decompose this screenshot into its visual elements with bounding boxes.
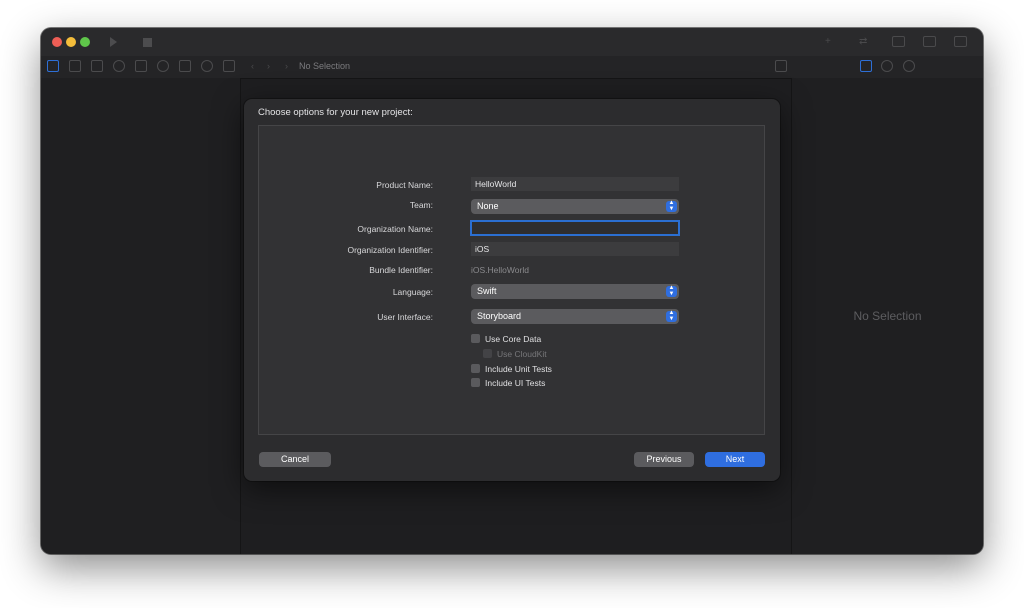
next-button[interactable]: Next — [705, 452, 765, 467]
chevron-up-down-icon: ▲ ▼ — [666, 310, 677, 322]
new-project-sheet: Choose options for your new project: Pro… — [244, 99, 780, 481]
breakpoint-icon[interactable] — [201, 60, 213, 72]
language-value: Swift — [477, 286, 497, 296]
library-icon[interactable]: + — [825, 36, 838, 47]
source-control-icon[interactable] — [69, 60, 81, 72]
include-unit-tests-checkbox[interactable]: Include Unit Tests — [471, 364, 552, 374]
navigator-divider[interactable] — [240, 78, 241, 554]
inspector-toggle-icon[interactable] — [954, 36, 967, 47]
options-form: Product Name: Team: None ▲▼ Organization… — [258, 125, 765, 435]
organization-identifier-label: Organization Identifier: — [347, 245, 433, 255]
inspector-no-selection: No Selection — [853, 309, 922, 323]
organization-name-field[interactable] — [470, 220, 680, 236]
user-interface-label: User Interface: — [377, 312, 433, 322]
team-value: None — [477, 201, 499, 211]
test-icon[interactable] — [157, 60, 169, 72]
play-icon[interactable] — [110, 37, 117, 47]
language-popup[interactable]: Swift ▲ ▼ — [471, 284, 679, 299]
search-icon[interactable] — [113, 60, 125, 72]
debug-area-toggle-icon[interactable] — [923, 36, 936, 47]
language-label: Language: — [392, 287, 433, 297]
file-inspector-icon[interactable] — [860, 60, 872, 72]
navigator-pane — [41, 78, 240, 554]
navigator-bar — [41, 56, 983, 79]
use-core-data-label: Use Core Data — [485, 334, 542, 344]
navigator-toggle-icon[interactable] — [892, 36, 905, 47]
use-cloudkit-checkbox: Use CloudKit — [483, 349, 547, 359]
chevron-up-down-icon: ▲ ▼ — [666, 285, 677, 297]
minimize-window-button[interactable] — [66, 37, 76, 47]
previous-button[interactable]: Previous — [634, 452, 694, 467]
issue-icon[interactable] — [135, 60, 147, 72]
debug-icon[interactable] — [179, 60, 191, 72]
user-interface-value: Storyboard — [477, 311, 522, 321]
use-cloudkit-label: Use CloudKit — [497, 349, 547, 359]
forward-icon[interactable]: › — [267, 61, 270, 71]
checkbox-box[interactable] — [471, 378, 480, 388]
checkbox-box — [483, 349, 492, 359]
sheet-title: Choose options for your new project: — [258, 107, 413, 118]
bundle-identifier-value: iOS.HelloWorld — [471, 265, 529, 275]
help-icon[interactable] — [903, 60, 915, 72]
history-icon[interactable] — [881, 60, 893, 72]
back-icon[interactable]: ‹ — [251, 61, 254, 71]
breadcrumb: No Selection — [299, 61, 351, 71]
symbol-icon[interactable] — [91, 60, 103, 72]
checkbox-box[interactable] — [471, 334, 480, 344]
include-ui-tests-checkbox[interactable]: Include UI Tests — [471, 378, 545, 388]
zoom-window-button[interactable] — [80, 37, 90, 47]
product-name-field[interactable] — [471, 177, 679, 191]
product-name-label: Product Name: — [376, 180, 433, 190]
grid-icon[interactable] — [775, 60, 787, 72]
close-window-button[interactable] — [52, 37, 62, 47]
cancel-button[interactable]: Cancel — [259, 452, 331, 467]
report-icon[interactable] — [223, 60, 235, 72]
include-unit-tests-label: Include Unit Tests — [485, 364, 552, 374]
team-label: Team: — [409, 200, 433, 210]
organization-identifier-field[interactable] — [471, 242, 679, 256]
organization-name-label: Organization Name: — [357, 224, 433, 234]
toolbar: + ⇄ — [41, 28, 983, 56]
use-core-data-checkbox[interactable]: Use Core Data — [471, 334, 541, 344]
user-interface-popup[interactable]: Storyboard ▲ ▼ — [471, 309, 679, 324]
stop-icon[interactable] — [143, 38, 152, 47]
chevron-right-icon: › — [285, 61, 288, 71]
checkbox-box[interactable] — [471, 364, 480, 374]
code-review-icon[interactable]: ⇄ — [859, 36, 872, 47]
folder-icon[interactable] — [47, 60, 59, 72]
include-ui-tests-label: Include UI Tests — [485, 378, 546, 388]
team-popup[interactable]: None ▲ ▼ — [471, 199, 679, 214]
chevron-up-down-icon: ▲ ▼ — [666, 200, 677, 212]
bundle-identifier-label: Bundle Identifier: — [369, 265, 433, 275]
